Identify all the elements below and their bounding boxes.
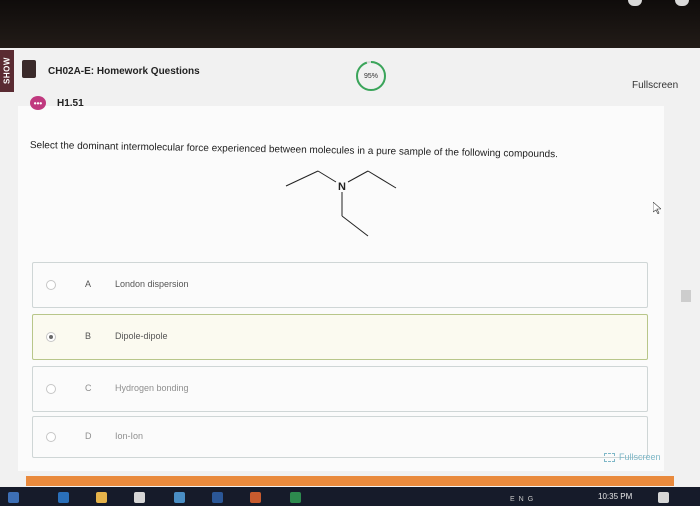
powerpoint-icon[interactable] bbox=[250, 492, 261, 503]
camera-icon[interactable] bbox=[174, 492, 185, 503]
choice-text: London dispersion bbox=[115, 279, 189, 289]
bezel-light bbox=[675, 0, 689, 6]
choice-d[interactable]: D Ion-Ion bbox=[32, 416, 648, 458]
molecule-structure: N bbox=[285, 170, 397, 237]
molecule-atom-label: N bbox=[338, 181, 346, 193]
choice-c[interactable]: C Hydrogen bonding bbox=[32, 366, 648, 412]
assignment-icon bbox=[22, 60, 36, 78]
side-tab-show[interactable]: SHOW bbox=[0, 50, 14, 92]
choice-b[interactable]: B Dipole-dipole bbox=[32, 314, 648, 360]
fullscreen-button[interactable]: Fullscreen bbox=[632, 80, 678, 91]
choice-a[interactable]: A London dispersion bbox=[32, 262, 648, 308]
choice-letter: B bbox=[85, 331, 92, 341]
system-tray[interactable]: ENG bbox=[510, 496, 537, 503]
radio-a[interactable] bbox=[46, 280, 56, 290]
notification-icon[interactable] bbox=[658, 492, 669, 503]
fullscreen-bottom-label: Fullscreen bbox=[619, 452, 661, 462]
scrollbar-thumb[interactable] bbox=[681, 290, 691, 302]
choice-letter: C bbox=[85, 383, 92, 393]
fullscreen-icon bbox=[604, 453, 615, 463]
start-icon[interactable] bbox=[8, 492, 19, 503]
word-icon[interactable] bbox=[212, 492, 223, 503]
taskbar-clock[interactable]: 10:35 PM bbox=[598, 492, 632, 501]
choice-letter: A bbox=[85, 279, 92, 289]
assignment-title: CH02A-E: Homework Questions bbox=[48, 66, 200, 77]
radio-b-selected[interactable] bbox=[46, 332, 56, 342]
progress-percent: 95% bbox=[363, 72, 378, 80]
fullscreen-link-bottom[interactable]: Fullscreen bbox=[604, 452, 661, 463]
taskbar bbox=[0, 487, 700, 506]
browser-icon[interactable] bbox=[134, 492, 145, 503]
choice-text: Hydrogen bonding bbox=[115, 383, 189, 393]
question-badge: ••• bbox=[30, 96, 46, 110]
store-icon[interactable] bbox=[58, 492, 69, 503]
bezel-light bbox=[628, 0, 642, 6]
choice-letter: D bbox=[85, 431, 92, 441]
progress-footer-bar bbox=[26, 476, 674, 486]
mouse-cursor-icon bbox=[653, 202, 661, 214]
photos-icon[interactable] bbox=[96, 492, 107, 503]
monitor-bezel bbox=[0, 0, 700, 50]
question-id: H1.51 bbox=[57, 98, 84, 109]
choice-text: Ion-Ion bbox=[115, 431, 144, 441]
radio-c[interactable] bbox=[46, 384, 56, 394]
radio-d[interactable] bbox=[46, 432, 56, 442]
choice-text: Dipole-dipole bbox=[115, 331, 168, 341]
excel-icon[interactable] bbox=[290, 492, 301, 503]
